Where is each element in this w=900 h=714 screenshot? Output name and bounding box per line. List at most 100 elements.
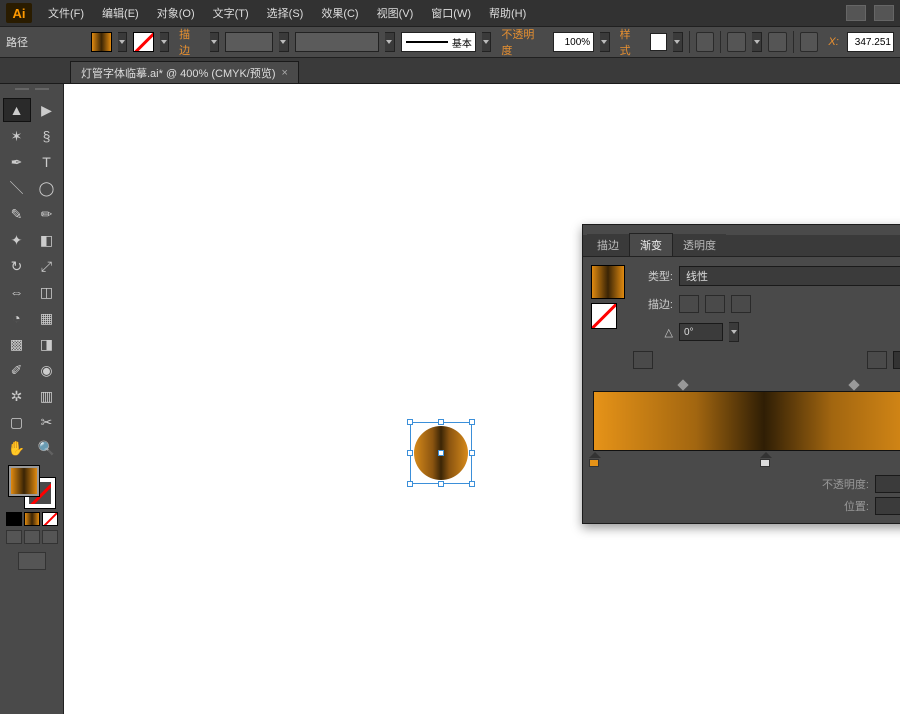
tab-transparency[interactable]: 透明度	[673, 234, 726, 256]
recolor-icon[interactable]	[696, 32, 715, 52]
canvas[interactable]: ◄◄ × 描边 渐变 透明度 类型:	[64, 84, 900, 714]
menu-object[interactable]: 对象(O)	[149, 2, 203, 24]
eraser-tool[interactable]: ◧	[33, 228, 61, 252]
var-width-dropdown[interactable]	[385, 32, 394, 52]
handle-top[interactable]	[438, 419, 444, 425]
stroke-weight-dropdown[interactable]	[279, 32, 288, 52]
free-transform-tool[interactable]: ◫	[33, 280, 61, 304]
rotate-tool[interactable]: ↻	[3, 254, 31, 278]
graphic-style-swatch[interactable]	[650, 33, 667, 51]
handle-top-right[interactable]	[469, 419, 475, 425]
menu-type[interactable]: 文字(T)	[205, 2, 257, 24]
gradient-type-select[interactable]: 线性 ▾	[679, 266, 900, 286]
gradient-editor[interactable]: 🗑	[591, 383, 900, 471]
gradient-mode-icon[interactable]	[24, 512, 40, 526]
eyedropper-tool[interactable]: ✐	[3, 358, 31, 382]
menu-edit[interactable]: 编辑(E)	[94, 2, 147, 24]
gradient-ramp[interactable]	[593, 391, 900, 451]
menu-file[interactable]: 文件(F)	[40, 2, 92, 24]
stop-opacity-input[interactable]	[875, 475, 900, 493]
opacity-input[interactable]: 100%	[553, 32, 595, 52]
zoom-tool[interactable]: 🔍	[33, 436, 61, 460]
line-tool[interactable]: ＼	[3, 176, 31, 200]
brush-definition[interactable]: 基本	[401, 32, 476, 52]
stroke-weight-input[interactable]	[225, 32, 273, 52]
stroke-grad-within-icon[interactable]	[679, 295, 699, 313]
color-mode-icon[interactable]	[6, 512, 22, 526]
opacity-label[interactable]: 不透明度	[497, 26, 546, 58]
shape-builder-tool[interactable]: ◔	[3, 306, 31, 330]
close-tab-icon[interactable]: ×	[282, 67, 288, 79]
perspective-tool[interactable]: ▦	[33, 306, 61, 330]
align-icon[interactable]	[727, 32, 746, 52]
x-coord-input[interactable]: 347.251	[847, 32, 894, 52]
stroke-grad-along-icon[interactable]	[705, 295, 725, 313]
direct-selection-tool[interactable]: ▶	[33, 98, 61, 122]
var-width-profile[interactable]	[295, 32, 380, 52]
gradient-midpoint[interactable]	[677, 379, 688, 390]
tab-gradient[interactable]: 渐变	[629, 233, 673, 256]
handle-bottom-left[interactable]	[407, 481, 413, 487]
draw-inside-icon[interactable]	[42, 530, 58, 544]
hand-tool[interactable]: ✋	[3, 436, 31, 460]
angle-input[interactable]: 0°	[679, 323, 723, 341]
artboard-tool[interactable]: ▢	[3, 410, 31, 434]
stop-location-input[interactable]	[875, 497, 900, 515]
fill-swatch-dropdown[interactable]	[118, 32, 127, 52]
gradient-panel[interactable]: ◄◄ × 描边 渐变 透明度 类型:	[582, 224, 900, 524]
gradient-fill-preview[interactable]	[591, 265, 625, 299]
center-point[interactable]	[438, 450, 444, 456]
slice-tool[interactable]: ✂	[33, 410, 61, 434]
draw-behind-icon[interactable]	[24, 530, 40, 544]
pencil-tool[interactable]: ✏	[33, 202, 61, 226]
blob-brush-tool[interactable]: ✦	[3, 228, 31, 252]
mesh-tool[interactable]: ▩	[3, 332, 31, 356]
stroke-swatch-dropdown[interactable]	[160, 32, 169, 52]
handle-bottom[interactable]	[438, 481, 444, 487]
aspect-ratio-icon[interactable]	[633, 351, 653, 369]
paintbrush-tool[interactable]: ✎	[3, 202, 31, 226]
handle-top-left[interactable]	[407, 419, 413, 425]
menu-view[interactable]: 视图(V)	[369, 2, 422, 24]
blend-tool[interactable]: ◉	[33, 358, 61, 382]
stroke-weight-caret[interactable]	[210, 32, 219, 52]
stroke-grad-across-icon[interactable]	[731, 295, 751, 313]
transform-icon[interactable]	[768, 32, 787, 52]
selection-tool[interactable]: ▲	[3, 98, 31, 122]
fill-indicator[interactable]	[9, 466, 39, 496]
stroke-swatch[interactable]	[133, 32, 154, 52]
menu-select[interactable]: 选择(S)	[259, 2, 312, 24]
gradient-tool[interactable]: ◨	[33, 332, 61, 356]
menu-effect[interactable]: 效果(C)	[313, 2, 366, 24]
gradient-stop[interactable]	[589, 453, 601, 467]
menu-help[interactable]: 帮助(H)	[481, 2, 534, 24]
screen-mode-icon[interactable]	[18, 552, 46, 570]
gradient-midpoint[interactable]	[848, 379, 859, 390]
aspect-input[interactable]	[893, 351, 900, 369]
align-dropdown[interactable]	[752, 32, 761, 52]
rectangle-tool[interactable]: ◯	[33, 176, 61, 200]
magic-wand-tool[interactable]: ✶	[3, 124, 31, 148]
reverse-gradient-icon[interactable]	[867, 351, 887, 369]
toolbox-grip[interactable]	[2, 88, 62, 96]
gradient-stroke-preview[interactable]	[591, 303, 617, 329]
bridge-icon[interactable]	[846, 5, 866, 21]
symbol-sprayer-tool[interactable]: ✲	[3, 384, 31, 408]
pen-tool[interactable]: ✒	[3, 150, 31, 174]
none-mode-icon[interactable]	[42, 512, 58, 526]
handle-left[interactable]	[407, 450, 413, 456]
scale-tool[interactable]: ⤢	[33, 254, 61, 278]
graph-tool[interactable]: ▥	[33, 384, 61, 408]
type-tool[interactable]: T	[33, 150, 61, 174]
opacity-dropdown[interactable]	[600, 32, 609, 52]
fill-stroke-indicator[interactable]	[9, 466, 55, 508]
style-label[interactable]: 样式	[616, 26, 645, 58]
lasso-tool[interactable]: §	[33, 124, 61, 148]
tab-stroke[interactable]: 描边	[587, 234, 629, 256]
arrange-docs-icon[interactable]	[874, 5, 894, 21]
gradient-stop[interactable]	[760, 453, 772, 467]
handle-bottom-right[interactable]	[469, 481, 475, 487]
width-tool[interactable]: ⇔	[3, 280, 31, 304]
ref-point-icon[interactable]	[800, 32, 819, 52]
fill-swatch[interactable]	[91, 32, 112, 52]
